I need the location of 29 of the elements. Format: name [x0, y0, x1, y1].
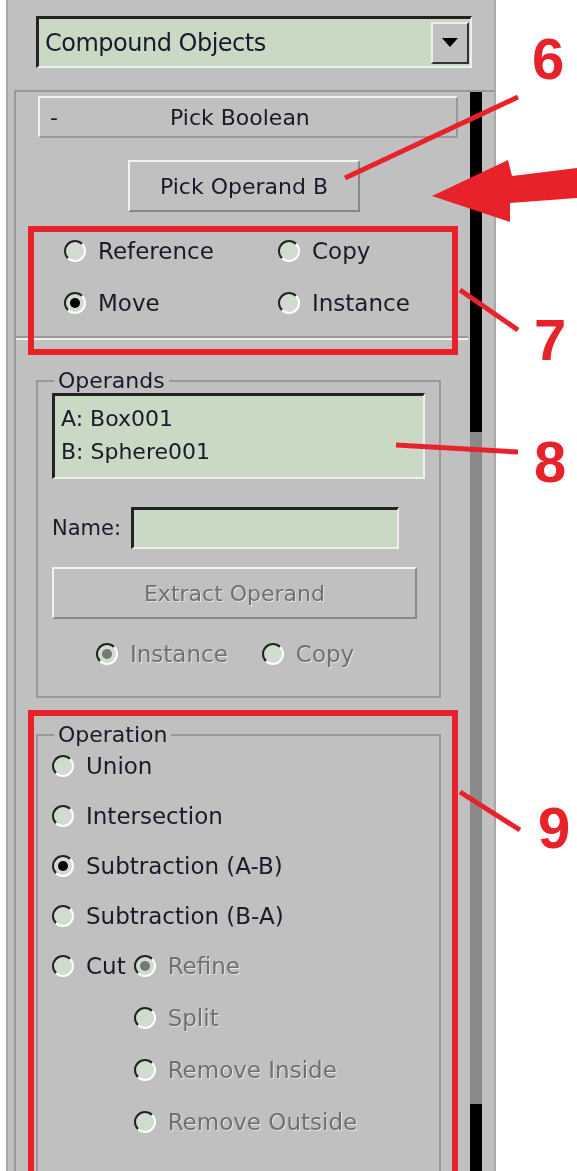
scroll-marker	[470, 1104, 482, 1171]
radio-option[interactable]: Reference	[64, 232, 214, 270]
operands-list[interactable]: A: Box001 B: Sphere001	[52, 393, 425, 479]
radio-option[interactable]: Copy	[278, 232, 371, 270]
radio-option[interactable]: Move	[64, 284, 160, 322]
leader-line	[458, 789, 522, 833]
leader-line	[458, 287, 520, 333]
radio-option[interactable]: Subtraction (B-A)	[52, 897, 284, 935]
rollout-header[interactable]: - Pick Boolean	[38, 96, 458, 138]
list-item[interactable]: B: Sphere001	[61, 435, 417, 468]
radio-option[interactable]: Cut	[52, 947, 126, 985]
callout-number: 8	[534, 429, 567, 494]
radio-option[interactable]: Subtraction (A-B)	[52, 847, 283, 885]
collapse-toggle[interactable]: -	[40, 104, 58, 130]
radio-option[interactable]: Instance	[278, 284, 410, 322]
radio-option[interactable]: Union	[52, 747, 153, 785]
callout-number: 9	[538, 795, 571, 860]
callout-number: 6	[532, 26, 565, 91]
callout-number: 7	[534, 307, 567, 372]
scroll-bar[interactable]	[470, 92, 482, 1171]
name-label: Name:	[52, 516, 122, 540]
category-dropdown[interactable]: Compound Objects	[36, 16, 472, 68]
rollout-title: Pick Boolean	[170, 104, 310, 130]
list-item[interactable]: A: Box001	[61, 402, 417, 435]
group-title: Operands	[57, 368, 166, 393]
pick-operand-button[interactable]: Pick Operand B	[128, 160, 360, 212]
radio-option[interactable]: Intersection	[52, 797, 223, 835]
group-title: Operation	[57, 722, 169, 747]
name-field[interactable]	[131, 507, 400, 549]
